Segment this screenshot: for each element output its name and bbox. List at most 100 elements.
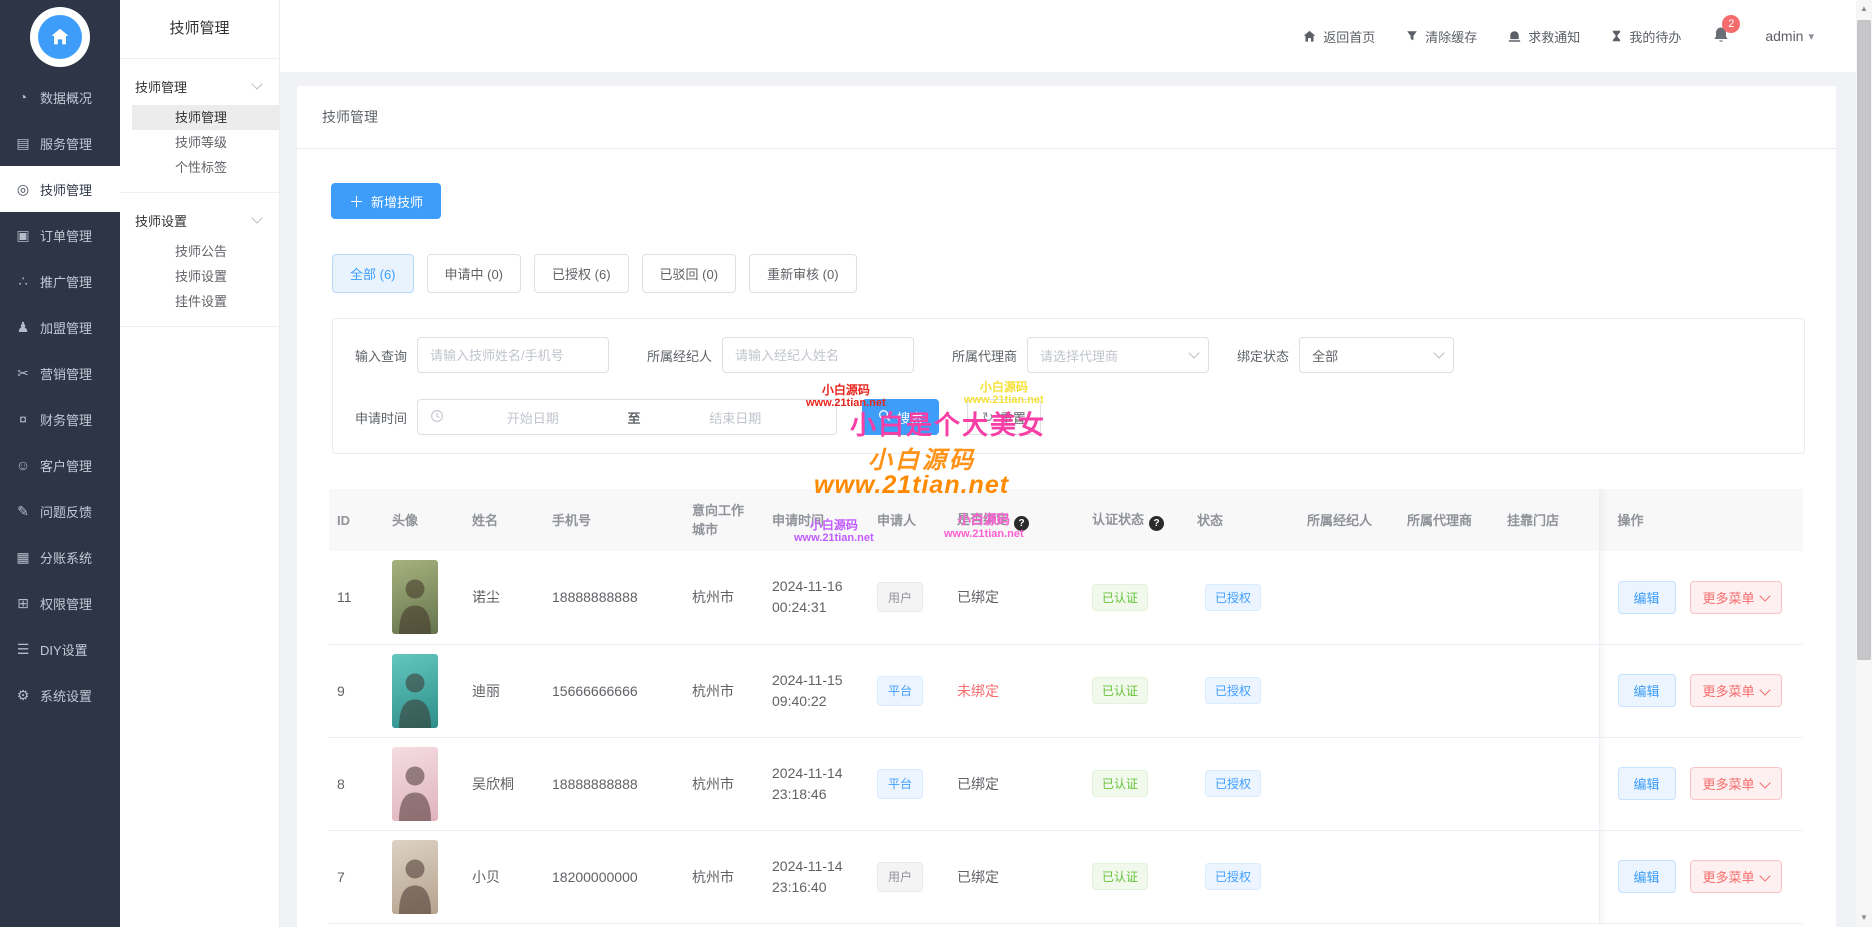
apply-time-range-picker[interactable]: 开始日期 至 结束日期 [417,399,837,435]
content-card: 技师管理 ＋ 新增技师 全部 (6)申请中 (0)已授权 (6)已驳回 (0)重… [297,86,1836,927]
cell-name: 迪丽 [464,644,544,737]
sidebar-item-label: 技师管理 [40,180,92,199]
submenu-group-1[interactable]: 技师设置 [120,201,279,239]
feedback-icon: ✎ [14,503,32,520]
cell-phone: 18888888888 [544,737,684,830]
submenu-group-label: 技师设置 [135,211,187,230]
my-todo-link[interactable]: 我的待办 [1610,27,1681,46]
cell-avatar [384,551,464,644]
edit-button[interactable]: 编辑 [1618,860,1676,893]
tab-0[interactable]: 全部 (6) [332,254,414,293]
cell-agency [1399,644,1499,737]
sidebar-item-label: 财务管理 [40,410,92,429]
chevron-down-icon [251,212,262,223]
more-menu-button[interactable]: 更多菜单 [1690,767,1782,800]
sidebar-item-12[interactable]: ⊞权限管理 [0,580,120,626]
column-header-10: 所属经纪人 [1299,489,1399,551]
sidebar-item-8[interactable]: ¤财务管理 [0,396,120,442]
query-input[interactable] [417,337,609,373]
sidebar-item-13[interactable]: ☰DIY设置 [0,626,120,672]
more-menu-button[interactable]: 更多菜单 [1690,581,1782,614]
submenu-group-0[interactable]: 技师管理 [120,67,279,105]
sidebar-item-1[interactable]: ◔数据概况 [0,74,120,120]
app-logo[interactable] [30,7,90,67]
order-icon: ▣ [14,227,32,244]
status-tag: 已授权 [1205,584,1261,611]
sidebar-item-label: 系统设置 [40,686,92,705]
edit-button[interactable]: 编辑 [1618,767,1676,800]
column-label: 所属代理商 [1407,513,1472,528]
clock-icon [430,409,444,426]
sidebar-item-11[interactable]: ▦分账系统 [0,534,120,580]
notification-badge: 2 [1722,15,1740,33]
tab-2[interactable]: 已授权 (6) [534,254,629,293]
submenu-item-0-2[interactable]: 个性标签 [132,155,279,180]
home-logo-icon [38,15,82,59]
table-row: 9迪丽15666666666杭州市2024-11-1509:40:22平台未绑定… [329,644,1803,737]
search-button[interactable]: 搜索 [862,399,939,435]
cell-store [1499,551,1599,644]
cell-auth-status: 已认证 [1084,551,1189,644]
cell-auth-status: 已认证 [1084,830,1189,923]
bind-status-select[interactable]: 全部 [1299,337,1454,373]
content-area: 技师管理 ＋ 新增技师 全部 (6)申请中 (0)已授权 (6)已驳回 (0)重… [280,72,1856,927]
hourglass-icon [1610,29,1623,43]
more-menu-label: 更多菜单 [1703,681,1755,700]
cell-apply-time: 2024-11-1423:16:40 [764,830,869,923]
vertical-scrollbar[interactable]: ▲ ▼ [1856,0,1872,927]
cell-bind-status: 已绑定 [949,551,1084,644]
chevron-down-icon [1188,347,1199,358]
reset-button[interactable]: ↻ 重置 [967,399,1041,435]
back-home-link[interactable]: 返回首页 [1302,27,1375,46]
edit-button[interactable]: 编辑 [1618,674,1676,707]
sidebar-item-6[interactable]: ♟加盟管理 [0,304,120,350]
status-tag: 已授权 [1205,863,1261,890]
tab-4[interactable]: 重新审核 (0) [749,254,857,293]
apply-date: 2024-11-15 [772,670,861,691]
start-date-placeholder: 开始日期 [444,408,622,427]
add-technician-button[interactable]: ＋ 新增技师 [331,183,441,219]
cell-store [1499,644,1599,737]
cell-city: 杭州市 [684,551,764,644]
scrollbar-thumb[interactable] [1857,20,1871,660]
sidebar-item-9[interactable]: ☺客户管理 [0,442,120,488]
sos-notice-link[interactable]: 求救通知 [1507,27,1580,46]
chevron-down-icon [1759,684,1770,695]
cell-applicant: 用户 [869,551,949,644]
cell-name: 小贝 [464,830,544,923]
submenu-item-0-0[interactable]: 技师管理 [132,105,279,130]
submenu-item-0-1[interactable]: 技师等级 [132,130,279,155]
notification-bell[interactable]: 2 [1711,25,1731,48]
chevron-down-icon [1433,347,1444,358]
submenu-item-1-2[interactable]: 挂件设置 [132,289,279,314]
more-menu-button[interactable]: 更多菜单 [1690,674,1782,707]
marketing-icon: ✂ [14,365,32,382]
tab-3[interactable]: 已驳回 (0) [642,254,737,293]
cell-city: 杭州市 [684,644,764,737]
submenu-item-1-1[interactable]: 技师设置 [132,264,279,289]
agency-select[interactable]: 请选择代理商 [1027,337,1209,373]
sidebar-item-2[interactable]: ▤服务管理 [0,120,120,166]
more-menu-button[interactable]: 更多菜单 [1690,860,1782,893]
tab-1[interactable]: 申请中 (0) [427,254,522,293]
status-tag: 已授权 [1205,770,1261,797]
sidebar-item-5[interactable]: ∴推广管理 [0,258,120,304]
cell-auth-status: 已认证 [1084,737,1189,830]
column-label: 认证状态 [1092,512,1144,527]
scroll-up-arrow[interactable]: ▲ [1856,1,1872,17]
clear-cache-link[interactable]: 清除缓存 [1405,27,1477,46]
edit-button[interactable]: 编辑 [1618,581,1676,614]
sidebar-item-7[interactable]: ✂营销管理 [0,350,120,396]
agent-input[interactable] [722,337,914,373]
submenu-item-1-0[interactable]: 技师公告 [132,239,279,264]
help-icon[interactable]: ? [1014,516,1029,531]
sidebar-item-10[interactable]: ✎问题反馈 [0,488,120,534]
sidebar-item-3[interactable]: ◎技师管理 [0,166,120,212]
sidebar-item-14[interactable]: ⚙系统设置 [0,672,120,718]
user-menu[interactable]: admin ▾ [1765,28,1814,44]
cell-bind-status: 已绑定 [949,737,1084,830]
scroll-down-arrow[interactable]: ▼ [1856,910,1872,926]
help-icon[interactable]: ? [1149,516,1164,531]
cell-bind-status: 未绑定 [949,644,1084,737]
sidebar-item-4[interactable]: ▣订单管理 [0,212,120,258]
